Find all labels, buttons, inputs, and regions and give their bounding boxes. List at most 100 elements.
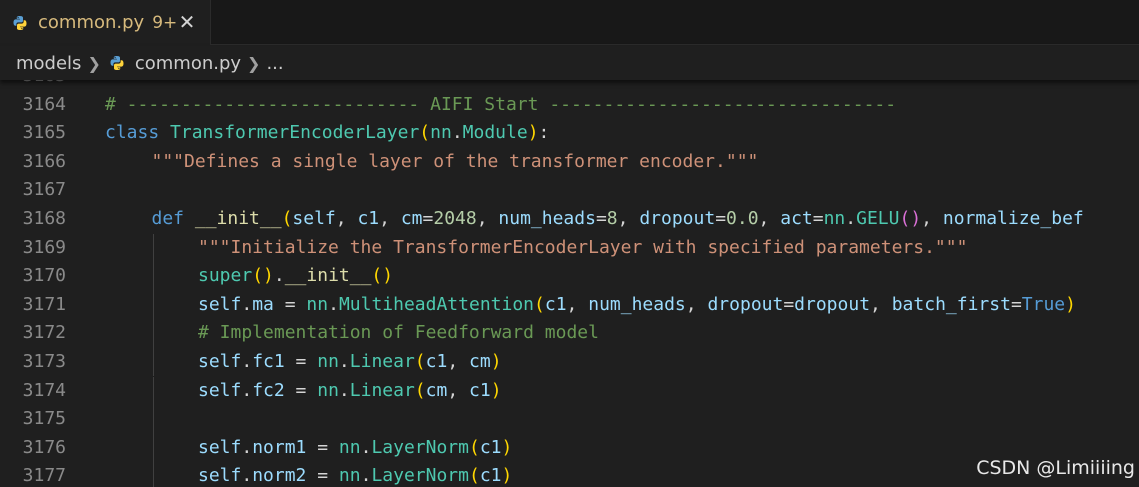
line-number: 3166 — [22, 150, 66, 172]
code-token: c1 — [479, 465, 502, 487]
code-token: = — [422, 207, 434, 229]
code-token: self — [292, 207, 336, 229]
code-line[interactable]: 3165 class TransformerEncoderLayer(nn.Mod… — [0, 119, 1139, 148]
code-token: = — [595, 207, 607, 229]
line-number: 3165 — [22, 122, 66, 144]
code-token: class — [105, 122, 171, 144]
code-line[interactable]: 3176 self.norm1 = nn.LayerNorm(c1) — [0, 433, 1139, 463]
code-token: , — [447, 350, 470, 372]
code-token: nn — [338, 465, 361, 487]
code-token: LayerNorm — [371, 436, 469, 458]
code-line[interactable]: 3172 # Implementation of Feedforward mode… — [0, 319, 1139, 348]
code-token: batch_first — [891, 293, 1011, 315]
line-number: 3173 — [22, 350, 66, 372]
code-line[interactable]: 3171 self.ma = nn.MultiheadAttention(c1, … — [0, 290, 1139, 320]
code-token: ( — [281, 207, 293, 229]
code-token: 0.0 — [726, 207, 759, 229]
code-text: """Initialize the TransformerEncoderLaye… — [198, 234, 967, 263]
code-token: TransformerEncoderLayer — [170, 122, 420, 144]
code-token: self — [198, 293, 242, 315]
indent-guide — [152, 262, 154, 291]
code-token: nn — [823, 207, 846, 229]
code-token: c1 — [479, 436, 502, 458]
code-token: . — [338, 379, 350, 401]
code-token: . — [328, 293, 339, 315]
code-token: . — [241, 293, 253, 315]
code-editor[interactable]: 3163 3164 # --------------------------- A… — [0, 80, 1139, 487]
code-text: self.norm1 = nn.LayerNorm(c1) — [198, 434, 512, 463]
code-token: cm — [469, 350, 491, 372]
chevron-right-icon: ❯ — [247, 53, 261, 73]
code-token: Module — [462, 122, 528, 144]
tab-filename: common.py — [38, 12, 145, 33]
line-number: 3170 — [22, 265, 66, 287]
code-token: . — [273, 265, 285, 287]
line-number: 3164 — [22, 93, 66, 115]
code-token: dropout — [794, 293, 871, 315]
code-text: super().__init__() — [198, 262, 393, 291]
code-token: nn — [338, 436, 361, 458]
code-text: self.fc2 = nn.Linear(cm, c1) — [198, 377, 502, 406]
line-number: 3163 — [0, 80, 66, 91]
close-icon[interactable]: ✕ — [176, 11, 198, 33]
breadcrumb-folder[interactable]: models — [16, 53, 81, 74]
code-token: self — [198, 465, 242, 487]
python-file-icon — [12, 15, 28, 31]
code-text: self.norm2 = nn.LayerNorm(c1) — [198, 462, 512, 487]
indent-guide — [152, 233, 154, 263]
code-token: ) — [490, 350, 502, 372]
code-line[interactable]: 3175 — [0, 405, 1139, 434]
code-token: 2048 — [433, 207, 477, 229]
line-number: 3172 — [22, 322, 66, 344]
code-token: , — [476, 207, 499, 229]
indent-guide — [152, 433, 154, 463]
code-token: # --------------------------- AIFI Start… — [105, 93, 897, 115]
breadcrumb-file[interactable]: common.py — [135, 53, 241, 74]
code-token: . — [241, 465, 253, 487]
code-token: = — [284, 379, 318, 401]
editor-tab-bar: common.py 9+ ✕ — [0, 0, 1139, 45]
code-token: self — [198, 350, 242, 372]
code-token: self — [198, 379, 242, 401]
python-file-icon — [109, 55, 125, 71]
code-token: GELU — [856, 207, 900, 229]
code-token: ) — [1065, 293, 1076, 315]
code-line[interactable]: 3169 """Initialize the TransformerEncoder… — [0, 233, 1139, 263]
code-token: nn — [306, 293, 329, 315]
code-token: = — [284, 350, 318, 372]
code-token: , — [447, 379, 470, 401]
code-line[interactable]: 3177 self.norm2 = nn.LayerNorm(c1) — [0, 462, 1139, 487]
indent-guide — [152, 290, 154, 320]
code-token: ma — [252, 293, 274, 315]
code-token: = — [783, 293, 795, 315]
code-token: . — [338, 350, 350, 372]
code-token: () — [899, 207, 922, 229]
line-number: 3168 — [22, 207, 66, 229]
code-token: 8 — [606, 207, 618, 229]
code-token: c1 — [357, 207, 380, 229]
code-token: c1 — [425, 350, 448, 372]
tab-common-py[interactable]: common.py 9+ ✕ — [0, 0, 211, 45]
code-line[interactable]: 3174 self.fc2 = nn.Linear(cm, c1) — [0, 376, 1139, 406]
code-token: ) — [501, 465, 513, 487]
line-number: 3169 — [22, 236, 66, 258]
code-line[interactable]: 3164 # --------------------------- AIFI S… — [0, 91, 1139, 120]
code-line[interactable]: 3170 super().__init__() — [0, 262, 1139, 291]
code-token: fc1 — [252, 350, 285, 372]
code-token: ( — [414, 379, 426, 401]
line-number: 3174 — [22, 379, 66, 401]
indent-guide — [152, 405, 154, 434]
code-token: = — [306, 436, 339, 458]
code-token: Linear — [349, 379, 415, 401]
code-token: __init__ — [194, 207, 282, 229]
code-line[interactable]: 3166 """Defines a single layer of the tra… — [0, 148, 1139, 177]
code-line[interactable]: 3173 self.fc1 = nn.Linear(c1, cm) — [0, 347, 1139, 377]
code-text: # Implementation of Feedforward model — [198, 319, 599, 348]
code-token: self — [198, 436, 242, 458]
code-line[interactable]: 3168 def __init__(self, c1, cm=2048, num_… — [0, 205, 1139, 234]
breadcrumb-symbol[interactable]: ... — [266, 53, 283, 74]
code-line[interactable]: 3167 — [0, 176, 1139, 205]
code-token: . — [241, 379, 253, 401]
code-token: , — [870, 293, 892, 315]
code-token: c1 — [544, 293, 567, 315]
